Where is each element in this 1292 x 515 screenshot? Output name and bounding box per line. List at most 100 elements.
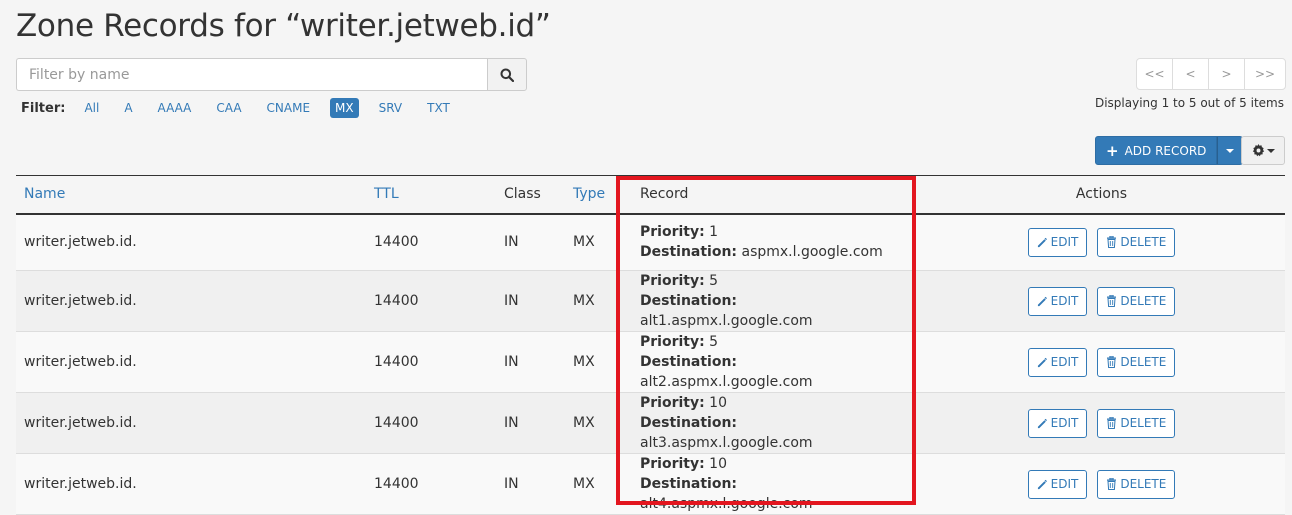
column-type-header[interactable]: Type [565, 176, 618, 214]
record-class: IN [504, 354, 519, 370]
table-row: writer.jetweb.id. 14400 IN MX Priority: 5 Des… [16, 270, 1285, 332]
record-priority: Priority: 1 [640, 222, 910, 242]
plus-icon: + [1106, 141, 1119, 160]
record-ttl: 14400 [374, 234, 419, 251]
gear-icon [1252, 144, 1264, 157]
destination-label: Destination: [640, 476, 738, 492]
destination-label: Destination: [640, 244, 738, 261]
filter-bar: Filter: All A AAAA CAA CNAME MX SRV TXT [21, 97, 470, 119]
delete-label: DELETE [1120, 416, 1167, 430]
edit-label: EDIT [1050, 235, 1079, 250]
filter-a[interactable]: A [119, 98, 137, 118]
priority-value: 10 [709, 395, 727, 411]
add-record-label: ADD RECORD [1124, 143, 1207, 158]
priority-label: Priority: [640, 273, 705, 289]
table-row: writer.jetweb.id. 14400 IN MX Priority: 10 De… [16, 392, 1285, 454]
search-bar [16, 58, 527, 91]
priority-label: Priority: [640, 395, 705, 411]
next-page-button[interactable]: > [1209, 59, 1245, 89]
record-type: MX [573, 293, 595, 309]
record-actions: EDIT DELETE [918, 271, 1285, 332]
record-actions: EDIT DELETE [918, 332, 1285, 393]
priority-value: 10 [709, 456, 727, 472]
pagination-status: Displaying 1 to 5 out of 5 items [1094, 96, 1284, 110]
record-actions: EDIT DELETE [918, 214, 1285, 271]
record-name: writer.jetweb.id. [24, 293, 137, 309]
delete-label: DELETE [1120, 294, 1167, 308]
filter-all[interactable]: All [79, 98, 104, 118]
destination-label: Destination: [640, 354, 738, 370]
record-name: writer.jetweb.id. [24, 354, 137, 370]
search-icon [500, 68, 514, 82]
filter-mx[interactable]: MX [330, 98, 359, 118]
delete-button[interactable]: DELETE [1097, 286, 1176, 316]
table-row: writer.jetweb.id. 14400 IN MX Priority: 10 De… [16, 453, 1285, 515]
delete-button[interactable]: DELETE [1097, 408, 1176, 438]
first-page-button[interactable]: << [1137, 59, 1173, 89]
prev-page-button[interactable]: < [1173, 59, 1209, 89]
trash-icon [1107, 236, 1117, 249]
edit-label: EDIT [1050, 477, 1079, 491]
destination-label: Destination: [640, 293, 738, 309]
filter-srv[interactable]: SRV [374, 98, 408, 118]
zone-records-table: Name TTL Class Type Record Actions write… [16, 175, 1285, 515]
table-row: writer.jetweb.id. 14400 IN MX Priority: 1 Des… [16, 213, 1285, 271]
edit-label: EDIT [1050, 416, 1079, 430]
edit-button[interactable]: EDIT [1027, 347, 1088, 377]
record-ttl: 14400 [374, 354, 419, 370]
record-details: Priority: 10 Destination: alt4.aspmx.l.go… [618, 454, 918, 515]
record-class: IN [504, 415, 519, 431]
pagination: << < > >> [1136, 58, 1286, 90]
column-ttl-header[interactable]: TTL [366, 176, 496, 214]
filter-txt[interactable]: TXT [422, 98, 455, 118]
delete-label: DELETE [1120, 355, 1167, 369]
priority-value: 1 [709, 224, 719, 241]
search-input[interactable] [16, 58, 487, 91]
delete-button[interactable]: DELETE [1097, 469, 1176, 499]
table-header-row: Name TTL Class Type Record Actions [16, 175, 1285, 214]
record-priority: Priority: 5 [640, 271, 910, 291]
record-actions: EDIT DELETE [918, 454, 1285, 515]
filter-caa[interactable]: CAA [211, 98, 246, 118]
chevron-down-icon [1226, 148, 1235, 153]
filter-aaaa[interactable]: AAAA [153, 98, 197, 118]
record-destination: Destination: alt2.aspmx.l.google.com [640, 352, 910, 392]
pencil-icon [1037, 296, 1047, 306]
last-page-button[interactable]: >> [1245, 59, 1285, 89]
edit-button[interactable]: EDIT [1027, 469, 1088, 499]
record-details: Priority: 5 Destination: alt1.aspmx.l.goo… [618, 271, 918, 332]
record-ttl: 14400 [374, 476, 419, 492]
column-actions-header: Actions [1075, 186, 1128, 203]
edit-button[interactable]: EDIT [1027, 286, 1088, 316]
record-type: MX [573, 234, 595, 251]
search-button[interactable] [487, 58, 527, 91]
record-destination: Destination: alt4.aspmx.l.google.com [640, 474, 910, 514]
priority-label: Priority: [640, 334, 705, 350]
priority-value: 5 [709, 334, 719, 350]
trash-icon [1107, 356, 1117, 368]
record-type: MX [573, 415, 595, 431]
edit-button[interactable]: EDIT [1027, 408, 1088, 438]
filter-cname[interactable]: CNAME [262, 98, 316, 118]
record-destination: Destination: alt3.aspmx.l.google.com [640, 413, 910, 453]
record-priority: Priority: 5 [640, 332, 910, 352]
record-ttl: 14400 [374, 415, 419, 431]
column-name-header[interactable]: Name [16, 176, 366, 214]
edit-label: EDIT [1050, 355, 1079, 369]
record-class: IN [504, 234, 519, 251]
chevron-down-icon [1266, 148, 1275, 153]
record-details: Priority: 5 Destination: alt2.aspmx.l.goo… [618, 332, 918, 393]
destination-value: alt3.aspmx.l.google.com [640, 435, 813, 451]
settings-dropdown-button[interactable] [1241, 136, 1285, 165]
delete-button[interactable]: DELETE [1097, 227, 1176, 257]
edit-button[interactable]: EDIT [1027, 227, 1088, 257]
add-record-button[interactable]: + ADD RECORD [1095, 136, 1218, 165]
record-details: Priority: 10 Destination: alt3.aspmx.l.go… [618, 393, 918, 454]
add-record-dropdown[interactable] [1217, 136, 1244, 165]
record-name: writer.jetweb.id. [24, 476, 137, 492]
delete-button[interactable]: DELETE [1097, 347, 1176, 377]
record-name: writer.jetweb.id. [24, 234, 137, 251]
record-destination: Destination: aspmx.l.google.com [640, 242, 910, 262]
destination-value: alt2.aspmx.l.google.com [640, 374, 813, 390]
pencil-icon [1037, 357, 1047, 367]
